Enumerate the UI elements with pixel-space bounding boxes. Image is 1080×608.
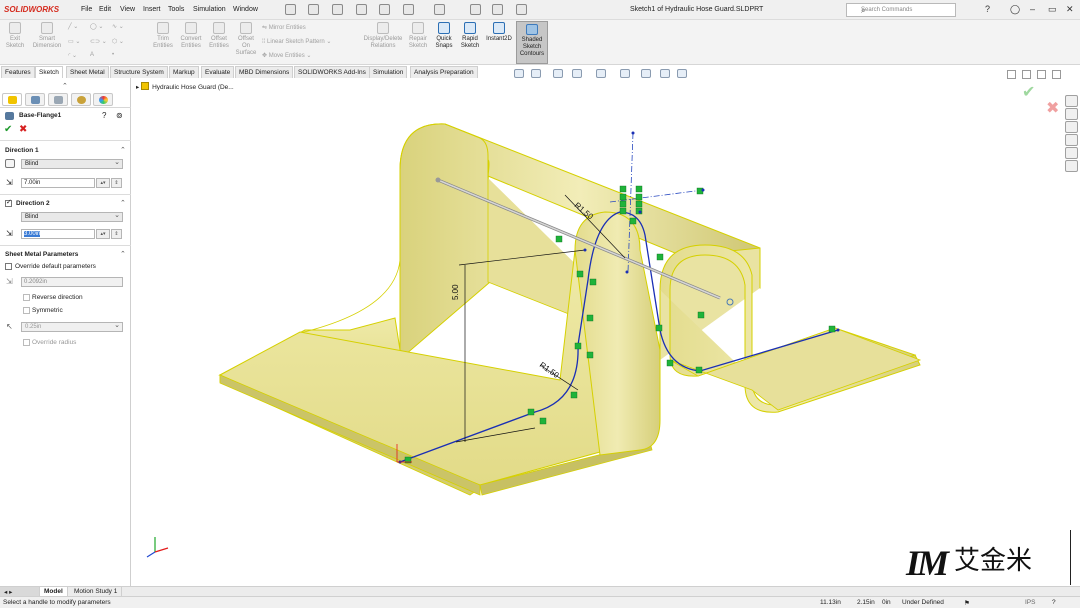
- height-dimension[interactable]: 5.00: [451, 284, 460, 300]
- status-y: 2.15in: [857, 599, 875, 606]
- status-z: 0in: [882, 599, 891, 606]
- help-status-icon[interactable]: ?: [1052, 599, 1056, 606]
- view-triad: [146, 537, 169, 558]
- brand-watermark: IM 艾金米: [906, 540, 1032, 584]
- status-message: Select a handle to modify parameters: [3, 599, 111, 606]
- brand-text: 艾金米: [953, 546, 1032, 576]
- status-x: 11.13in: [820, 599, 841, 606]
- brand-mark: IM: [906, 543, 949, 583]
- model-viewport: 5.00 R1.50 R1.50: [146, 123, 922, 558]
- rebuild-status-icon[interactable]: ⚑: [964, 599, 970, 607]
- status-bar: Select a handle to modify parameters 11.…: [0, 596, 1080, 608]
- brand-divider: [1070, 530, 1071, 585]
- status-state: Under Defined: [902, 599, 944, 606]
- status-units[interactable]: IPS: [1025, 599, 1035, 606]
- bottom-tabs: ◂ ▸ Model Motion Study 1: [0, 586, 1080, 597]
- axis-endpoint[interactable]: [435, 177, 441, 183]
